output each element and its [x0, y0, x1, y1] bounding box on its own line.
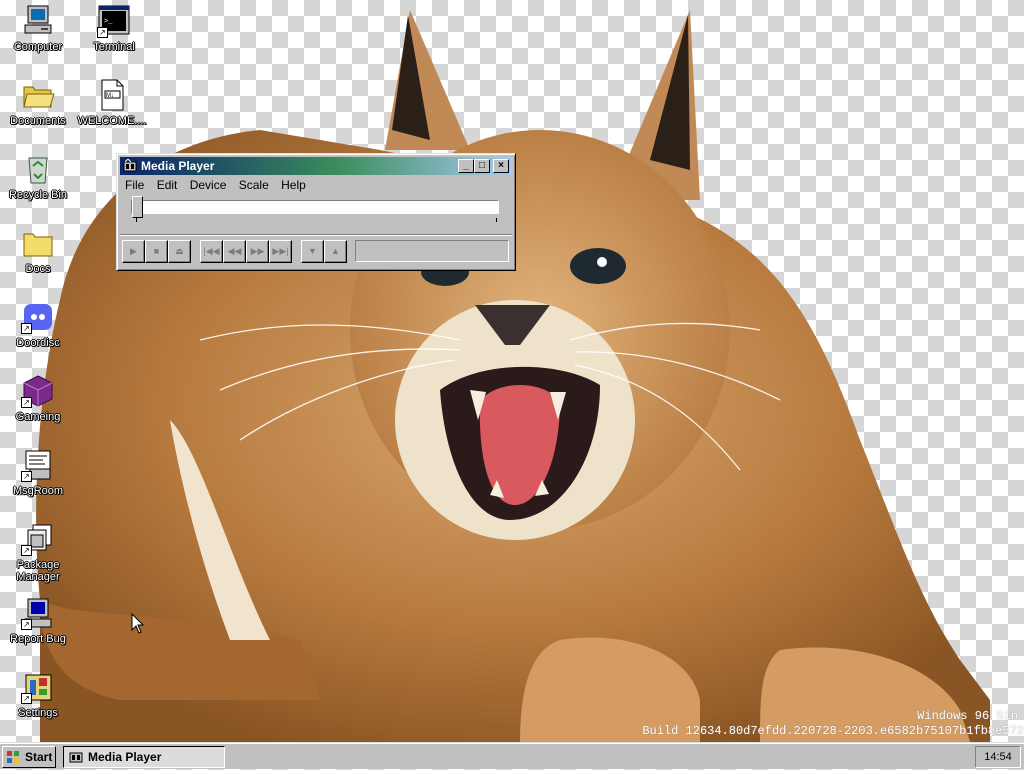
recycle-bin-icon: [21, 152, 55, 186]
minimize-icon: _: [463, 160, 469, 171]
shortcut-arrow-icon: ↗: [21, 693, 32, 704]
stop-icon: ■: [153, 246, 160, 256]
desktop-icon-docs[interactable]: Docs: [1, 226, 75, 275]
doordisc-icon: ↗: [21, 300, 55, 334]
menu-file[interactable]: File: [125, 178, 144, 192]
seek-track[interactable]: [131, 200, 499, 214]
divider: [120, 234, 512, 236]
menu-scale[interactable]: Scale: [239, 178, 269, 192]
taskbar-item-media-player[interactable]: Media Player: [63, 746, 225, 768]
desktop-icon-label: Documents: [10, 115, 66, 127]
desktop-icon-settings[interactable]: ↗ Settings: [1, 670, 75, 719]
computer-icon: [21, 4, 55, 38]
maximize-button[interactable]: □: [474, 159, 490, 173]
package-icon: ↗: [21, 522, 55, 556]
desktop-icon-label: WELCOME....: [77, 115, 147, 127]
folder-open-icon: [21, 78, 55, 112]
system-tray-clock: 14:54: [975, 746, 1021, 768]
desktop-icon-label: Doordisc: [16, 337, 60, 349]
desktop-icon-label: Package Manager: [16, 559, 60, 583]
next-mark-button[interactable]: ▶▶|: [269, 240, 292, 263]
shortcut-arrow-icon: ↗: [21, 545, 32, 556]
shortcut-arrow-icon: ↗: [21, 397, 32, 408]
desktop-icon-recycle-bin[interactable]: Recycle Bin: [1, 152, 75, 201]
menu-device[interactable]: Device: [190, 178, 227, 192]
rewind-icon: ◀◀: [227, 246, 242, 256]
shortcut-arrow-icon: ↗: [97, 27, 108, 38]
shortcut-arrow-icon: ↗: [21, 471, 32, 482]
menu-bar: File Edit Device Scale Help: [125, 178, 315, 194]
start-button[interactable]: Start: [2, 746, 56, 768]
shortcut-arrow-icon: ↗: [21, 619, 32, 630]
settings-icon: ↗: [21, 670, 55, 704]
mouse-cursor-icon: [131, 613, 145, 634]
game-cube-icon: ↗: [21, 374, 55, 408]
build-watermark-line2: Build 12634.80d7efdd.220728-2203.e6582b7…: [642, 724, 1024, 738]
stop-button[interactable]: ■: [145, 240, 168, 263]
desktop-icon-gameing[interactable]: ↗ Gameing: [1, 374, 75, 423]
play-button[interactable]: ▶: [122, 240, 145, 263]
desktop-icon-label: Settings: [18, 707, 58, 719]
desktop-icon-label: Recycle Bin: [8, 189, 68, 201]
window-title: Media Player: [141, 159, 215, 173]
desktop-icon-msgroom[interactable]: ↗ MsgRoom: [1, 448, 75, 497]
eject-button[interactable]: ⏏: [168, 240, 191, 263]
start-selection-icon: ▼: [308, 246, 317, 256]
report-bug-icon: ↗: [21, 596, 55, 630]
minimize-button[interactable]: _: [458, 159, 474, 173]
close-icon: ×: [498, 160, 504, 171]
desktop-icon-label: MsgRoom: [12, 485, 64, 497]
eject-icon: ⏏: [175, 246, 184, 256]
taskbar-item-label: Media Player: [88, 750, 162, 764]
media-player-icon: [123, 158, 137, 173]
svg-text:>_: >_: [104, 18, 113, 26]
desktop-icon-computer[interactable]: Computer: [1, 4, 75, 53]
desktop-icon-terminal[interactable]: >_ ↗ Terminal: [77, 4, 151, 53]
next-mark-icon: ▶▶|: [272, 246, 289, 256]
end-selection-button[interactable]: ▲: [324, 240, 347, 263]
shortcut-arrow-icon: ↗: [21, 323, 32, 334]
maximize-icon: □: [478, 160, 486, 171]
desktop-icon-label: Gameing: [15, 411, 61, 423]
play-icon: ▶: [130, 246, 137, 256]
media-player-window[interactable]: Media Player _ □ × File Edit Device Scal…: [116, 153, 516, 271]
desktop-icon-label: Report Bug: [10, 633, 66, 645]
terminal-icon: >_ ↗: [97, 4, 131, 38]
scale-tick-start: [136, 218, 137, 222]
fast-forward-button[interactable]: ▶▶: [246, 240, 269, 263]
desktop-icon-label: Computer: [13, 41, 63, 53]
build-watermark-line1: Windows 96 Gin: [917, 709, 1018, 723]
scale-tick-end: [496, 218, 497, 222]
desktop-icon-welcome[interactable]: M↓ WELCOME....: [75, 78, 149, 127]
start-selection-button[interactable]: ▼: [301, 240, 324, 263]
menu-edit[interactable]: Edit: [157, 178, 178, 192]
title-bar[interactable]: Media Player _ □ ×: [120, 157, 512, 175]
start-label: Start: [25, 750, 53, 764]
previous-mark-icon: |◀◀: [203, 246, 220, 256]
msgroom-icon: ↗: [21, 448, 55, 482]
desktop-icon-doordisc[interactable]: ↗ Doordisc: [1, 300, 75, 349]
svg-text:M↓: M↓: [106, 93, 114, 99]
rewind-button[interactable]: ◀◀: [223, 240, 246, 263]
desktop-icon-label: Docs: [25, 263, 51, 275]
status-display: [355, 240, 509, 262]
desktop-icon-label: Terminal: [93, 41, 135, 53]
desktop-icon-package-manager[interactable]: ↗ Package Manager: [1, 522, 75, 583]
wallpaper-caracal-image: [36, 10, 990, 742]
seek-slider-thumb[interactable]: [132, 196, 143, 218]
media-player-icon: [69, 750, 83, 764]
taskbar: Start Media Player 14:54: [0, 742, 1024, 769]
markdown-file-icon: M↓: [95, 78, 129, 112]
close-button[interactable]: ×: [493, 159, 509, 173]
desktop-icon-documents[interactable]: Documents: [1, 78, 75, 127]
windows-logo-icon: [6, 750, 20, 764]
folder-icon: [21, 226, 55, 260]
menu-help[interactable]: Help: [281, 178, 306, 192]
previous-mark-button[interactable]: |◀◀: [200, 240, 223, 263]
fast-forward-icon: ▶▶: [250, 246, 265, 256]
desktop-icon-report-bug[interactable]: ↗ Report Bug: [1, 596, 75, 645]
end-selection-icon: ▲: [331, 246, 340, 256]
